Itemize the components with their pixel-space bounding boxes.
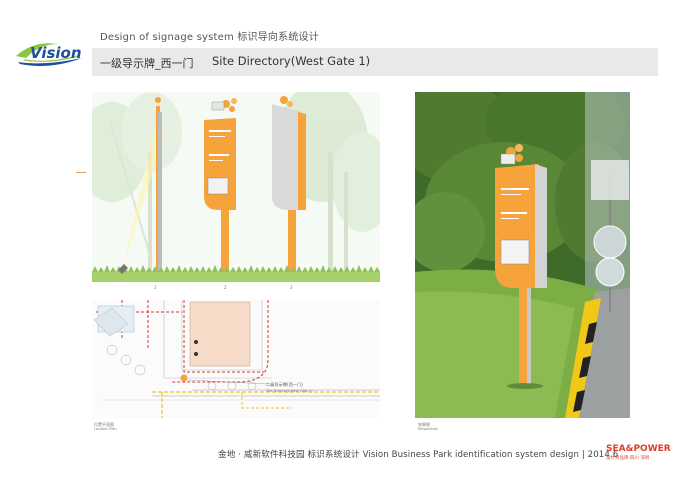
section-header-bar: 一级导示牌_西一门 Site Directory(West Gate 1) [92,48,658,76]
margin-tick [76,172,86,173]
photo-illustration [415,92,630,418]
photo-caption-en: Perspective [418,427,438,431]
plan-marker-label-en: Site Directory(West Gate 1) [266,389,313,393]
footer-text: 金地 · 威新软件科技园 标识系统设计 Vision Business Park… [218,450,619,460]
plan-caption-en: Location Plan [94,427,117,431]
plan-marker-label-cn: 二级导示牌(西一门) [266,382,303,387]
location-plan [92,300,380,418]
elevation-caption-2: 2 [224,285,227,290]
elevation-caption-1: 1 [154,285,157,290]
elevation-drawing [92,92,380,282]
perspective-photo [415,92,630,418]
header-title: Design of signage system 标识导向系统设计 [100,32,319,43]
elevation-caption-3: 3 [290,285,293,290]
plan-drawing [92,300,380,418]
section-title-cn: 一级导示牌_西一门 [100,57,194,70]
footer-brand: SEA&POWER [606,444,671,454]
logo-text: Vision [30,44,82,62]
section-title-en: Site Directory(West Gate 1) [212,54,371,68]
footer-brand-sub: 设计师品牌 四川 深圳 [606,456,650,461]
elevation-illustration [92,92,380,282]
